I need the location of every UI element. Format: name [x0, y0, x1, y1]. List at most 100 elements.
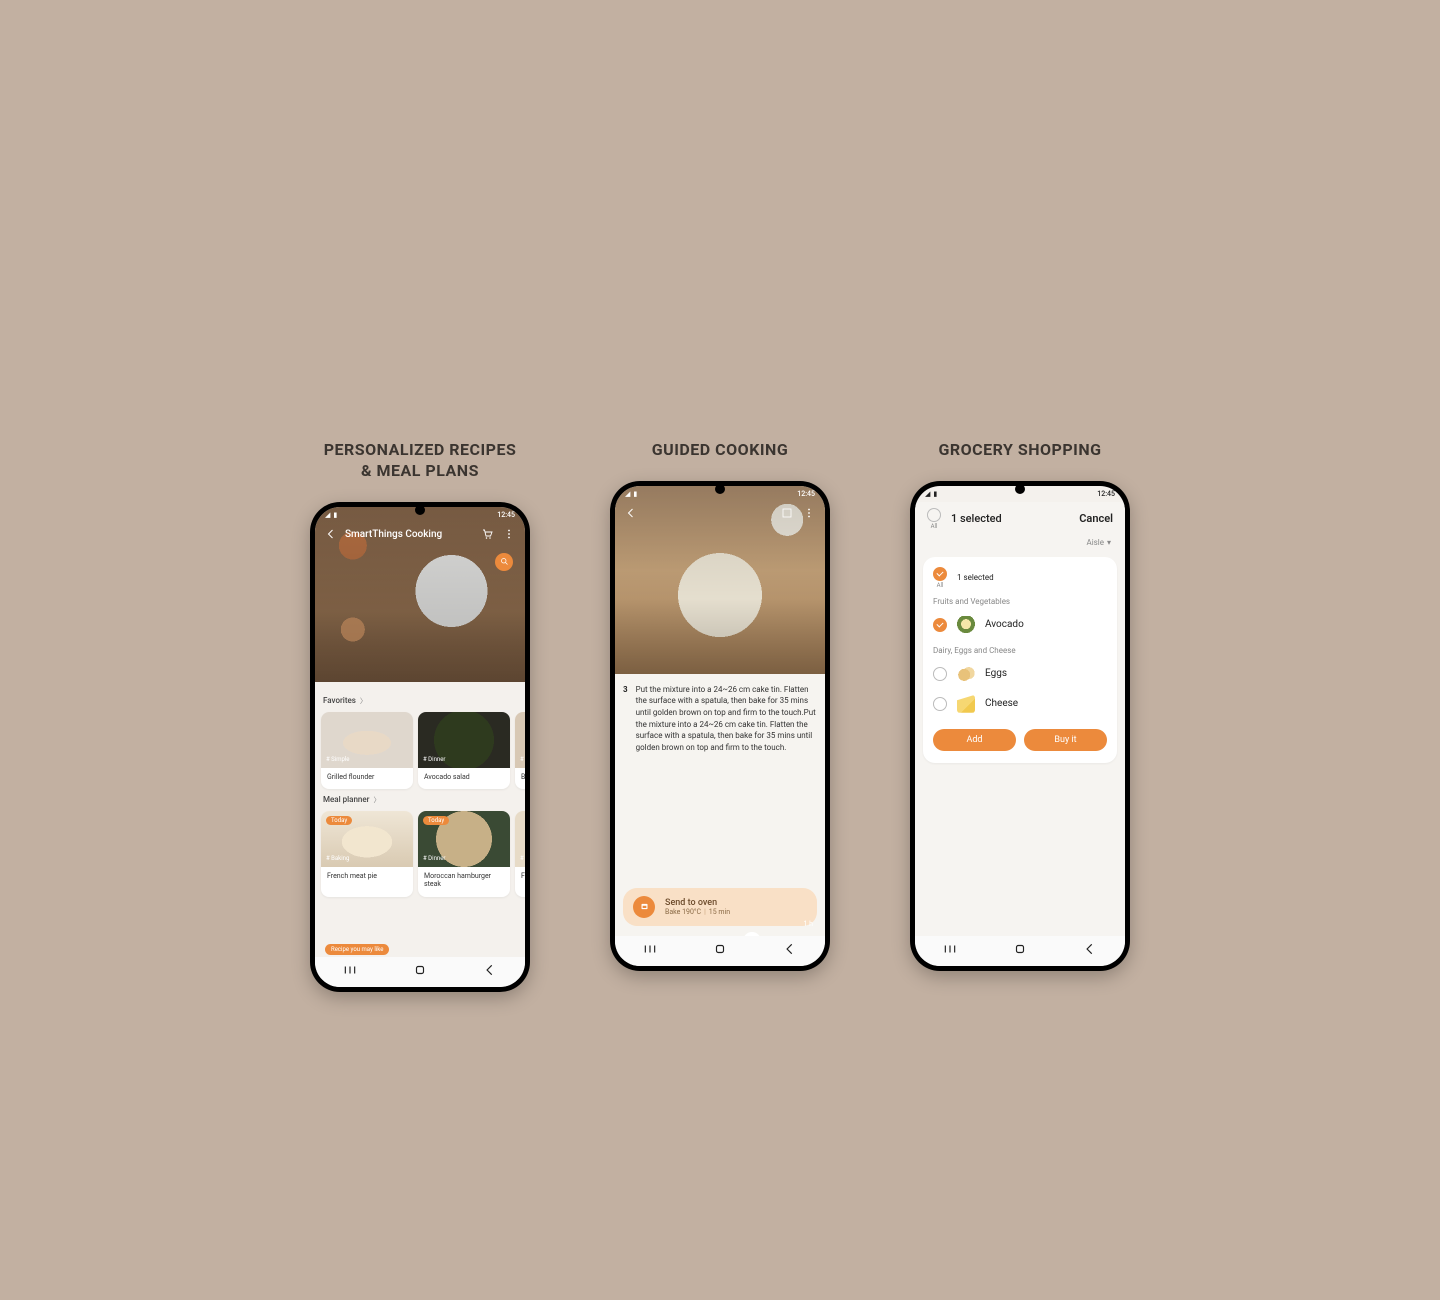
recents-button[interactable]	[343, 963, 357, 980]
selection-count: 1 selected	[951, 512, 1069, 525]
status-time: 12:45	[497, 511, 515, 519]
select-all-label: All	[931, 523, 938, 530]
status-time: 12:45	[797, 490, 815, 498]
recipe-card[interactable]: Today # Dinner Moroccan hamburger steak	[418, 811, 510, 897]
recipe-card[interactable]: Today # Baking French meat pie	[321, 811, 413, 897]
group-selection-count: 1 selected	[957, 573, 994, 582]
grocery-card: All 1 selected Fruits and Vegetables Avo…	[923, 557, 1117, 763]
recipe-tag: #	[520, 855, 524, 862]
group-all-label: All	[937, 582, 944, 589]
item-checkbox[interactable]	[933, 618, 947, 632]
section-favorites-label: Favorites	[323, 696, 356, 705]
buy-button[interactable]: Buy it	[1024, 729, 1107, 751]
item-name: Cheese	[985, 698, 1018, 709]
list-item[interactable]: Eggs	[933, 659, 1107, 689]
section-meal-planner[interactable]: Meal planner 〉	[323, 795, 517, 805]
today-pill: Today	[326, 816, 352, 825]
nav-back-button[interactable]	[783, 942, 797, 959]
recents-button[interactable]	[643, 942, 657, 959]
category-fruits: Fruits and Vegetables	[933, 597, 1107, 606]
item-checkbox[interactable]	[933, 697, 947, 711]
phone-grocery: ◢ ▮ 12:45 All 1 selected Cancel	[910, 481, 1130, 971]
back-button[interactable]	[625, 504, 637, 523]
camera-notch	[415, 505, 425, 515]
phone-guided: ◢ ▮ 12:45	[610, 481, 830, 971]
android-nav-bar	[615, 936, 825, 966]
recents-button[interactable]	[943, 942, 957, 959]
cart-icon[interactable]	[481, 525, 493, 544]
cheese-icon	[957, 695, 975, 713]
recipe-card[interactable]: # Dinner Avocado salad	[418, 712, 510, 789]
avocado-icon	[957, 616, 975, 634]
recipe-name: Avocado salad	[418, 768, 510, 789]
signal-icon: ◢	[925, 490, 930, 498]
group-select-all-checkbox[interactable]	[933, 567, 947, 581]
recipe-duration: 1 h	[803, 920, 813, 928]
recipe-tag: # Simple	[326, 756, 349, 763]
android-nav-bar	[315, 957, 525, 987]
item-name: Avocado	[985, 619, 1024, 630]
recipe-name: Bac	[515, 768, 525, 789]
add-button[interactable]: Add	[933, 729, 1016, 751]
signal-icon: ◢	[325, 511, 330, 519]
fullscreen-icon[interactable]	[781, 504, 793, 523]
section-favorites[interactable]: Favorites 〉	[323, 696, 517, 706]
camera-notch	[1015, 484, 1025, 494]
battery-icon: ▮	[333, 511, 337, 519]
chevron-right-icon: 〉	[360, 696, 367, 706]
battery-icon: ▮	[933, 490, 937, 498]
eggs-icon	[957, 665, 975, 683]
nav-back-button[interactable]	[483, 963, 497, 980]
recipe-card[interactable]: # Simple Grilled flounder	[321, 712, 413, 789]
app-title: SmartThings Cooking	[345, 529, 481, 540]
recipe-tag: # Dinner	[423, 756, 445, 763]
recipe-tag: # Baking	[326, 855, 349, 862]
hero-badge: Recipe you may like	[325, 944, 389, 955]
home-button[interactable]	[413, 963, 427, 980]
battery-icon: ▮	[633, 490, 637, 498]
category-dairy: Dairy, Eggs and Cheese	[933, 646, 1107, 655]
list-item[interactable]: Avocado	[933, 610, 1107, 640]
select-all-checkbox[interactable]	[927, 508, 941, 522]
step-text: Put the mixture into a 24~26 cm cake tin…	[636, 684, 817, 754]
back-button[interactable]	[325, 525, 337, 544]
nav-back-button[interactable]	[1083, 942, 1097, 959]
favorites-row: # Simple Grilled flounder # Dinner Avoca…	[321, 712, 519, 789]
step-number: 3	[623, 684, 628, 754]
home-button[interactable]	[1013, 942, 1027, 959]
item-name: Eggs	[985, 668, 1007, 679]
signal-icon: ◢	[625, 490, 630, 498]
camera-notch	[715, 484, 725, 494]
more-icon[interactable]	[503, 525, 515, 544]
item-checkbox[interactable]	[933, 667, 947, 681]
chevron-right-icon: 〉	[374, 795, 381, 805]
sort-dropdown[interactable]: Aisle ▾	[1087, 538, 1112, 547]
planner-row: Today # Baking French meat pie Today # D…	[321, 811, 519, 897]
cta-title: Send to oven	[665, 898, 730, 908]
today-pill: Today	[423, 816, 449, 825]
recipe-card[interactable]: # Fren	[515, 811, 525, 897]
android-nav-bar	[915, 936, 1125, 966]
recipe-name: Grilled flounder	[321, 768, 413, 789]
send-to-oven-button[interactable]: Send to oven Bake 190°C|15 min	[623, 888, 817, 926]
step-instruction: 3 Put the mixture into a 24~26 cm cake t…	[623, 684, 817, 754]
chevron-down-icon: ▾	[1107, 538, 1111, 547]
section-meal-planner-label: Meal planner	[323, 795, 370, 804]
oven-icon	[633, 896, 655, 918]
recipe-tag: # Dinner	[423, 855, 445, 862]
status-time: 12:45	[1097, 490, 1115, 498]
more-icon[interactable]	[803, 504, 815, 523]
phone-recipes: ◢ ▮ 12:45 SmartThings Cooking	[310, 502, 530, 992]
home-button[interactable]	[713, 942, 727, 959]
list-item[interactable]: Cheese	[933, 689, 1107, 719]
cancel-button[interactable]: Cancel	[1079, 512, 1113, 525]
column-title-recipes: Personalized Recipes& Meal Plans	[324, 440, 517, 482]
recipe-tag: # B	[520, 756, 525, 763]
recipe-name: French meat pie	[321, 867, 413, 888]
recipe-name: Moroccan hamburger steak	[418, 867, 510, 897]
recipe-name: Fren	[515, 867, 525, 888]
column-title-grocery: Grocery Shopping	[938, 440, 1101, 461]
recipe-card[interactable]: # B Bac	[515, 712, 525, 789]
cta-subtitle: Bake 190°C|15 min	[665, 908, 730, 916]
search-fab[interactable]	[495, 553, 513, 571]
